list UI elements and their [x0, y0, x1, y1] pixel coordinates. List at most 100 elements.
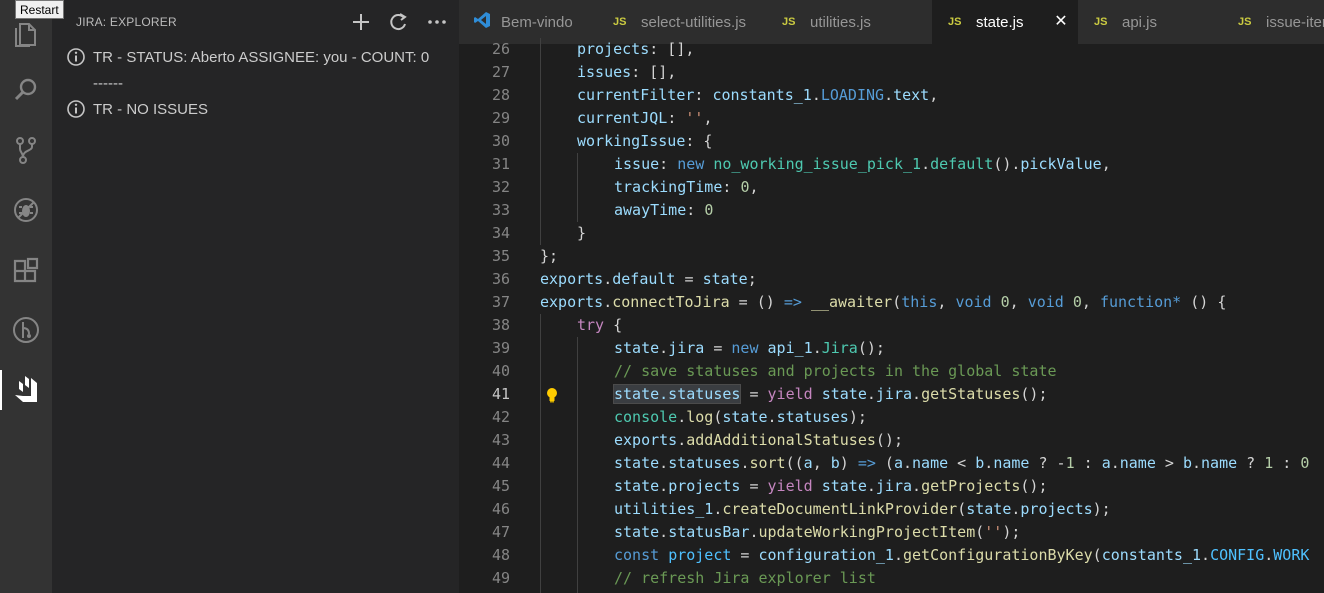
- line-number: 41: [491, 385, 510, 403]
- line-number: 32: [491, 178, 510, 196]
- code-text: exports.default = state;: [540, 270, 757, 288]
- sidebar-actions: [349, 10, 449, 34]
- editor: Bem-vindo JS select-utilities.js JS util…: [459, 0, 1324, 593]
- indent-guide: [540, 475, 541, 498]
- code-line[interactable]: 32 trackingTime: 0,: [459, 176, 1324, 199]
- indent-guide: [540, 360, 541, 383]
- js-file-icon: JS: [613, 16, 627, 28]
- code-text: state.jira = new api_1.Jira();: [614, 339, 885, 357]
- extensions-icon[interactable]: [0, 246, 52, 294]
- indent-guide: [577, 544, 578, 567]
- sidebar: JIRA: EXPLORER TR - STATUS: Aberto ASSIG…: [52, 0, 459, 593]
- more-icon[interactable]: [425, 10, 449, 34]
- code-text: state.statuses.sort((a, b) => (a.name < …: [614, 454, 1310, 472]
- code-line[interactable]: 48 const project = configuration_1.getCon…: [459, 544, 1324, 567]
- vscode-icon: [473, 11, 493, 34]
- line-number: 37: [491, 293, 510, 311]
- code-line[interactable]: 44 state.statuses.sort((a, b) => (a.name …: [459, 452, 1324, 475]
- indent-guide: [540, 199, 541, 222]
- line-number: 40: [491, 362, 510, 380]
- code-line[interactable]: 45 state.projects = yield state.jira.getP…: [459, 475, 1324, 498]
- code-text: workingIssue: {: [577, 132, 713, 150]
- sidebar-header: JIRA: EXPLORER: [52, 0, 459, 44]
- code-line[interactable]: 35};: [459, 245, 1324, 268]
- code-line[interactable]: 37 exports.connectToJira = () => __awaite…: [459, 291, 1324, 314]
- code-text: exports.connectToJira = () => __awaiter(…: [540, 293, 1227, 311]
- indent-guide: [540, 38, 541, 61]
- code-line[interactable]: 34}: [459, 222, 1324, 245]
- indent-guide: [540, 544, 541, 567]
- line-number: 43: [491, 431, 510, 449]
- jira-icon[interactable]: [0, 366, 52, 414]
- code-text: // refresh Jira explorer list: [614, 569, 876, 587]
- refresh-icon[interactable]: [387, 10, 411, 34]
- code-line[interactable]: 31 issue: new no_working_issue_pick_1.def…: [459, 153, 1324, 176]
- line-number: 39: [491, 339, 510, 357]
- code-line[interactable]: 38 try {: [459, 314, 1324, 337]
- search-icon[interactable]: [0, 66, 52, 114]
- line-number: 47: [491, 523, 510, 541]
- code-text: }: [577, 224, 587, 242]
- tree-item-separator: ------: [52, 70, 459, 96]
- indent-guide: [540, 452, 541, 475]
- tab-label: utilities.js: [810, 13, 871, 31]
- code-line[interactable]: 43 exports.addAdditionalStatuses();: [459, 429, 1324, 452]
- debug-icon[interactable]: [0, 186, 52, 234]
- code-text: issue: new no_working_issue_pick_1.defau…: [614, 155, 1111, 173]
- tree-item-status[interactable]: TR - STATUS: Aberto ASSIGNEE: you - COUN…: [52, 44, 459, 70]
- code-text: currentFilter: constants_1.LOADING.text,: [577, 86, 939, 104]
- indent-guide: [540, 429, 541, 452]
- code-line[interactable]: 27 issues: [],: [459, 61, 1324, 84]
- line-number: 35: [491, 247, 510, 265]
- code-text: trackingTime: 0,: [614, 178, 759, 196]
- code-text: const project = configuration_1.getConfi…: [614, 546, 1310, 564]
- code-line[interactable]: 46 utilities_1.createDocumentLinkProvider…: [459, 498, 1324, 521]
- indent-guide: [540, 61, 541, 84]
- indent-guide: [577, 176, 578, 199]
- code-text: console.log(state.statuses);: [614, 408, 867, 426]
- code-line[interactable]: 29 currentJQL: '',: [459, 107, 1324, 130]
- add-icon[interactable]: [349, 10, 373, 34]
- code-line[interactable]: 26 projects: [],: [459, 38, 1324, 61]
- code-line[interactable]: 40 // save statuses and projects in the g…: [459, 360, 1324, 383]
- indent-guide: [577, 567, 578, 590]
- sidebar-title: JIRA: EXPLORER: [76, 15, 177, 29]
- code-line[interactable]: 30 workingIssue: {: [459, 130, 1324, 153]
- code-line[interactable]: 49 // refresh Jira explorer list: [459, 567, 1324, 590]
- tree-item-no-issues[interactable]: TR - NO ISSUES: [52, 96, 459, 122]
- indent-guide: [540, 498, 541, 521]
- code-text: };: [540, 247, 559, 265]
- indent-guide: [540, 383, 541, 406]
- code-line[interactable]: 42 console.log(state.statuses);: [459, 406, 1324, 429]
- git-graph-icon[interactable]: [0, 306, 52, 354]
- code-line[interactable]: 36 exports.default = state;: [459, 268, 1324, 291]
- code-text: // save statuses and projects in the glo…: [614, 362, 1057, 380]
- indent-guide: [540, 176, 541, 199]
- restart-tooltip: Restart: [15, 0, 64, 19]
- line-number: 33: [491, 201, 510, 219]
- code-line[interactable]: 33 awayTime: 0: [459, 199, 1324, 222]
- code-text: exports.addAdditionalStatuses();: [614, 431, 903, 449]
- info-icon: [67, 48, 85, 66]
- indent-guide: [540, 107, 541, 130]
- indent-guide: [540, 130, 541, 153]
- code-editor[interactable]: 26 projects: [], 27 issues: [], 28 currentFil…: [459, 38, 1324, 593]
- info-icon: [67, 100, 85, 118]
- lightbulb-icon[interactable]: [545, 387, 559, 403]
- code-line[interactable]: 41 state.statuses = yield state.jira.getS…: [459, 383, 1324, 406]
- code-text: awayTime: 0: [614, 201, 714, 219]
- activity-bar: [0, 0, 52, 593]
- code-text: projects: [],: [577, 40, 695, 58]
- source-control-icon[interactable]: [0, 126, 52, 174]
- code-line[interactable]: 47 state.statusBar.updateWorkingProjectIt…: [459, 521, 1324, 544]
- indent-guide: [540, 222, 541, 245]
- indent-guide: [577, 383, 578, 406]
- js-file-icon: JS: [1238, 16, 1252, 28]
- code-line[interactable]: 39 state.jira = new api_1.Jira();: [459, 337, 1324, 360]
- close-icon[interactable]: ✕: [1052, 13, 1070, 31]
- indent-guide: [540, 567, 541, 590]
- line-number: 49: [491, 569, 510, 587]
- code-line[interactable]: 28 currentFilter: constants_1.LOADING.tex…: [459, 84, 1324, 107]
- line-number: 38: [491, 316, 510, 334]
- jira-tree: TR - STATUS: Aberto ASSIGNEE: you - COUN…: [52, 44, 459, 122]
